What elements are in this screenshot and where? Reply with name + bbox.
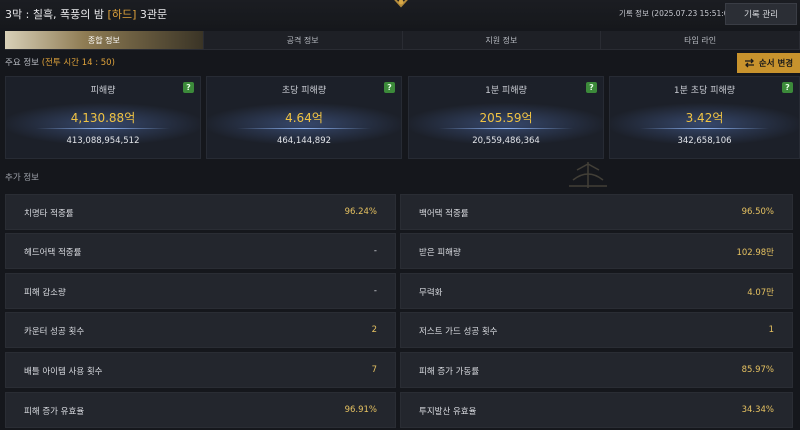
stat-row-label: 백어택 적중률 [419,209,469,219]
crown-emblem-icon [394,0,408,8]
stat-row-value: 4.07만 [747,288,774,298]
stat-row: 백어택 적중률 96.50% [400,194,793,230]
stat-raw-value: 342,658,106 [677,136,732,146]
help-icon[interactable]: ? [384,82,395,93]
value-glow-line [640,128,769,129]
stat-row-value: 85.97% [741,365,774,375]
stat-row-value: 96.91% [344,405,377,415]
help-icon[interactable]: ? [782,82,793,93]
stat-card-dps: 초당 피해량 ? 4.64억 464,144,892 [206,76,402,159]
difficulty-badge: [하드] [107,8,137,21]
swap-arrows-icon [744,58,754,68]
stat-row: 받은 피해량 102.98만 [400,233,793,269]
stat-row-value: 1 [768,325,774,335]
stat-row: 배틀 아이템 사용 횟수 7 [5,352,396,388]
stat-row-label: 받은 피해량 [419,248,461,258]
stat-value: 4.64억 [285,111,323,125]
order-change-label: 순서 변경 [758,59,794,69]
stat-raw-value: 464,144,892 [276,136,332,146]
tab-attack[interactable]: 공격 정보 [204,31,403,49]
stat-row-label: 치명타 적중률 [24,209,74,219]
stat-card-1min-dps: 1분 초당 피해량 ? 3.42억 342,658,106 [609,76,800,159]
gate-label: 3관문 [136,8,168,21]
battle-time: (전투 시간 14 : 50) [41,58,115,68]
main-info-title: 주요 정보 [5,58,42,68]
top-bar: 3막 : 칠흑, 폭풍의 밤 [하드] 3관문 기록 정보 (2025.07.2… [0,0,800,28]
tab-support[interactable]: 지원 정보 [403,31,602,49]
stat-row-value: 34.34% [741,405,774,415]
stat-row-label: 피해 증가 가동률 [419,367,480,377]
stat-row-label: 피해 감소량 [24,288,66,298]
record-info: 기록 정보 (2025.07.23 15:51:01) [619,9,737,18]
tab-bar: 종합 정보 공격 정보 지원 정보 타임 라인 [5,31,800,50]
stat-row: 피해 증가 가동률 85.97% [400,352,793,388]
stat-row-value: 96.50% [741,207,774,217]
stat-row: 피해 증가 유효율 96.91% [5,392,396,428]
raid-title-text: 3막 : 칠흑, 폭풍의 밤 [5,8,108,21]
main-info-label: 주요 정보 (전투 시간 14 : 50) [5,56,115,68]
stat-row-label: 저스트 가드 성공 횟수 [419,327,498,337]
stat-raw-value: 20,559,486,364 [472,136,540,146]
stat-raw-value: 413,088,954,512 [66,136,140,146]
stat-row: 투지발산 유효율 34.34% [400,392,793,428]
tab-timeline[interactable]: 타임 라인 [601,31,800,49]
stat-row-label: 헤드어택 적중률 [24,248,82,258]
stat-row-value: 2 [371,325,377,335]
extra-info-label: 추가 정보 [5,173,39,183]
ornament-icon [569,162,607,188]
stat-row-value: - [373,286,377,296]
stat-name: 1분 피해량 [485,86,527,96]
help-icon[interactable]: ? [183,82,194,93]
stat-row-label: 무력화 [419,288,443,298]
stat-row: 치명타 적중률 96.24% [5,194,396,230]
stat-name: 초당 피해량 [281,86,327,96]
value-glow-line [439,128,573,129]
raid-title: 3막 : 칠흑, 폭풍의 밤 [하드] 3관문 [5,6,167,22]
stat-row: 헤드어택 적중률 - [5,233,396,269]
stat-row-label: 피해 증가 유효율 [24,407,85,417]
stat-row-label: 카운터 성공 횟수 [24,327,85,337]
stat-row: 카운터 성공 횟수 2 [5,312,396,348]
stat-row-value: - [373,246,377,256]
stat-value: 3.42억 [685,111,724,125]
value-glow-line [36,128,170,129]
stat-row-label: 투지발산 유효율 [419,407,477,417]
stat-row: 무력화 4.07만 [400,273,793,309]
value-glow-line [237,128,371,129]
record-manage-button[interactable]: 기록 관리 [725,3,797,25]
help-icon[interactable]: ? [586,82,597,93]
tab-overview[interactable]: 종합 정보 [5,31,204,49]
stat-row: 저스트 가드 성공 횟수 1 [400,312,793,348]
stat-row: 피해 감소량 - [5,273,396,309]
stat-name: 피해량 [90,86,116,96]
stat-card-damage: 피해량 ? 4,130.88억 413,088,954,512 [5,76,201,159]
stat-row-value: 102.98만 [736,248,774,258]
stat-value: 4,130.88억 [70,111,136,125]
stat-row-value: 96.24% [344,207,377,217]
stat-name: 1분 초당 피해량 [673,86,736,96]
stat-row-value: 7 [371,365,377,375]
order-change-button[interactable]: 순서 변경 [737,53,800,73]
stat-row-label: 배틀 아이템 사용 횟수 [24,367,103,377]
stat-card-1min-damage: 1분 피해량 ? 205.59억 20,559,486,364 [408,76,604,159]
stat-value: 205.59억 [479,111,533,125]
